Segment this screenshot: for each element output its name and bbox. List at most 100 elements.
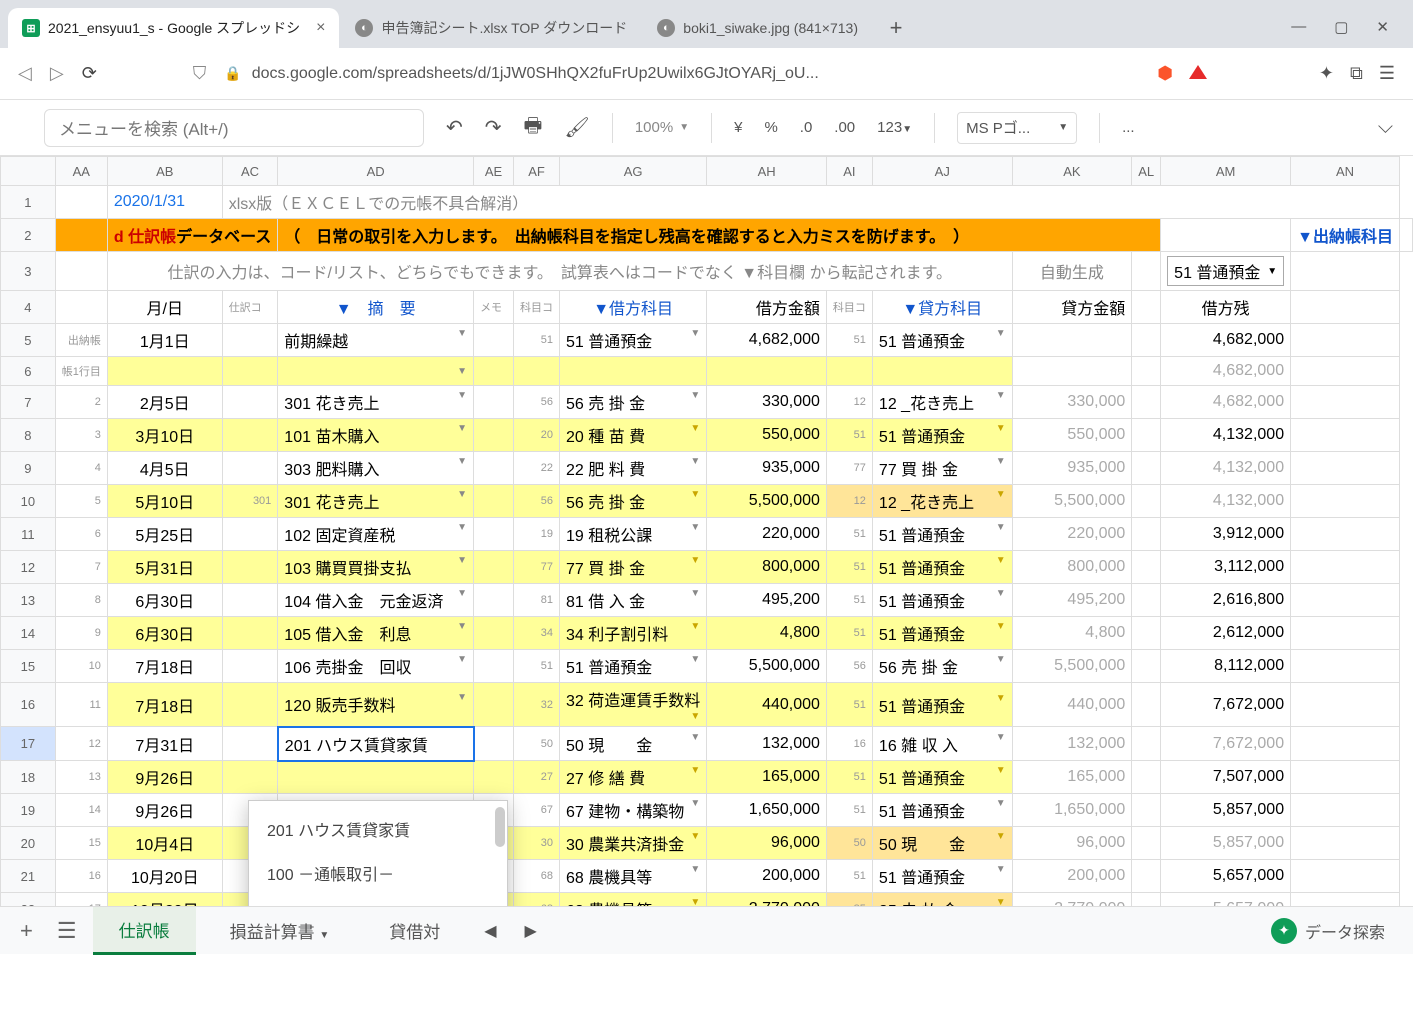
validation-dropdown[interactable]: 201 ハウス賃貸家賃100 －通帳取引－101 苗木購入102 固定資産税10… <box>248 800 508 906</box>
table-row: 6 帳1行目 ▼ 4,682,000 <box>1 357 1413 386</box>
row-header[interactable]: 19 <box>1 794 56 827</box>
column-header[interactable]: AK <box>1012 157 1132 186</box>
bookmark-icon[interactable]: ⛉ <box>193 63 207 84</box>
paint-format-button[interactable]: 🖌 <box>564 115 589 140</box>
row-header[interactable]: 15 <box>1 650 56 683</box>
pip-icon[interactable]: ⧉ <box>1350 63 1363 84</box>
globe-icon: ◐ <box>355 19 373 37</box>
tab-title: 2021_ensyuu1_s - Google スプレッドシ <box>48 18 300 38</box>
brave-icon[interactable]: ⬢ <box>1157 63 1173 84</box>
row-header[interactable]: 12 <box>1 551 56 584</box>
table-row: 18 13 9月26日 27 27 修 繕 費▼ 165,000 51 51 普… <box>1 761 1413 794</box>
chevron-down-icon: ▼ <box>1058 122 1068 133</box>
column-header[interactable]: AG <box>560 157 707 186</box>
explore-button[interactable]: ✦ データ探索 <box>1271 918 1401 944</box>
scroll-left-button[interactable]: ◀ <box>474 921 506 941</box>
more-button[interactable]: ... <box>1122 119 1135 136</box>
sheet-tab-active[interactable]: 仕訳帳 <box>93 907 196 955</box>
url-box[interactable]: 🔒 docs.google.com/spreadsheets/d/1jJW0SH… <box>224 65 1139 83</box>
sheet-tab[interactable]: 貸借対 <box>363 908 466 953</box>
globe-icon: ◐ <box>657 19 675 37</box>
lock-icon: 🔒 <box>224 65 241 82</box>
browser-titlebar: ⊞ 2021_ensyuu1_s - Google スプレッドシ × ◐ 申告簿… <box>0 0 1413 48</box>
increase-decimal-button[interactable]: .00 <box>834 119 855 136</box>
menu-search[interactable]: メニューを検索 (Alt+/) <box>44 109 424 147</box>
row-header[interactable]: 9 <box>1 452 56 485</box>
dropdown-item[interactable]: 100 －通帳取引－ <box>249 851 507 895</box>
row-header[interactable]: 7 <box>1 386 56 419</box>
percent-button[interactable]: % <box>764 119 777 136</box>
row-header[interactable]: 20 <box>1 827 56 860</box>
print-button[interactable]: 🖶 <box>524 111 543 145</box>
currency-button[interactable]: ¥ <box>734 119 742 136</box>
column-header[interactable]: AI <box>826 157 872 186</box>
redo-button[interactable]: ↷ <box>485 115 502 140</box>
row-header[interactable]: 5 <box>1 324 56 357</box>
zoom-select[interactable]: 100% ▼ <box>635 119 689 136</box>
browser-tab[interactable]: ◐ 申告簿記シート.xlsx TOP ダウンロード <box>341 8 641 48</box>
window-controls: — ▢ ✕ <box>1291 18 1405 48</box>
account-select[interactable]: 51 普通預金 ▼ <box>1167 256 1284 286</box>
close-icon[interactable]: × <box>316 19 325 37</box>
row-header[interactable]: 8 <box>1 419 56 452</box>
column-header[interactable]: AF <box>514 157 560 186</box>
extensions-icon[interactable]: ✦ <box>1319 63 1334 84</box>
active-cell[interactable]: 201 ハウス賃貸家賃 <box>278 727 474 761</box>
column-header[interactable]: AJ <box>872 157 1012 186</box>
tab-title: boki1_siwake.jpg (841×713) <box>683 20 858 36</box>
row-header[interactable]: 13 <box>1 584 56 617</box>
row-header[interactable]: 16 <box>1 683 56 727</box>
row-header[interactable]: 14 <box>1 617 56 650</box>
scroll-right-button[interactable]: ▶ <box>515 921 547 941</box>
column-header[interactable]: AL <box>1132 157 1161 186</box>
row-header[interactable]: 17 <box>1 727 56 761</box>
new-tab-button[interactable]: + <box>880 12 912 44</box>
triangle-icon[interactable] <box>1189 63 1207 84</box>
add-sheet-button[interactable]: + <box>12 918 41 944</box>
row-header[interactable]: 6 <box>1 357 56 386</box>
column-header[interactable]: AB <box>107 157 222 186</box>
column-header[interactable]: AM <box>1161 157 1291 186</box>
maximize-button[interactable]: ▢ <box>1334 18 1348 36</box>
scrollbar[interactable] <box>495 807 505 847</box>
menu-icon[interactable]: ☰ <box>1379 63 1395 84</box>
number-format-button[interactable]: 123▼ <box>877 119 912 136</box>
column-header[interactable] <box>1 157 56 186</box>
reload-button[interactable]: ⟳ <box>82 63 97 84</box>
explore-icon: ✦ <box>1271 918 1297 944</box>
row-header[interactable]: 11 <box>1 518 56 551</box>
dropdown-item[interactable]: 201 ハウス賃貸家賃 <box>249 807 507 851</box>
table-row: 5 出納帳 1月1日 前期繰越▼ 51 51 普通預金▼ 4,682,000 5… <box>1 324 1413 357</box>
decrease-decimal-button[interactable]: .0 <box>800 119 813 136</box>
table-row: 20 15 10月4日 30 30 農業共済掛金▼ 96,000 50 50 現… <box>1 827 1413 860</box>
table-row: 7 2 2月5日 301 花き売上▼ 56 56 売 掛 金▼ 330,000 … <box>1 386 1413 419</box>
close-button[interactable]: ✕ <box>1376 18 1389 36</box>
column-header[interactable]: AC <box>222 157 278 186</box>
browser-tab[interactable]: ◐ boki1_siwake.jpg (841×713) <box>643 8 872 48</box>
row-header[interactable]: 22 <box>1 893 56 907</box>
forward-button[interactable]: ▷ <box>50 63 64 84</box>
browser-tab-active[interactable]: ⊞ 2021_ensyuu1_s - Google スプレッドシ × <box>8 8 339 48</box>
column-header[interactable]: AE <box>474 157 514 186</box>
column-header[interactable]: AA <box>55 157 107 186</box>
all-sheets-button[interactable]: ☰ <box>49 918 85 944</box>
address-bar: ◁ ▷ ⟳ ⛉ 🔒 docs.google.com/spreadsheets/d… <box>0 48 1413 100</box>
row-header[interactable]: 10 <box>1 485 56 518</box>
back-button[interactable]: ◁ <box>18 63 32 84</box>
row-header[interactable]: 1 <box>1 186 56 219</box>
sheet-tab[interactable]: 損益計算書 ▼ <box>204 908 356 953</box>
collapse-toolbar-button[interactable]: ⌵ <box>1378 116 1393 139</box>
undo-button[interactable]: ↶ <box>446 115 463 140</box>
dropdown-item[interactable]: 101 苗木購入 <box>249 895 507 906</box>
column-header[interactable]: AH <box>707 157 827 186</box>
row-header[interactable]: 18 <box>1 761 56 794</box>
table-row: 21 16 10月20日 68 68 農機具等▼ 200,000 51 51 普… <box>1 860 1413 893</box>
spreadsheet-grid[interactable]: AAABACADAEAFAGAHAIAJAKALAMAN12020/1/31xl… <box>0 156 1413 906</box>
column-header[interactable]: AD <box>278 157 474 186</box>
table-row: 11 6 5月25日 102 固定資産税▼ 19 19 租税公課▼ 220,00… <box>1 518 1413 551</box>
column-header[interactable]: AN <box>1291 157 1400 186</box>
row-header[interactable]: 21 <box>1 860 56 893</box>
minimize-button[interactable]: — <box>1291 18 1306 36</box>
table-row: 9 4 4月5日 303 肥料購入▼ 22 22 肥 料 費▼ 935,000 … <box>1 452 1413 485</box>
font-select[interactable]: MS Pゴ... ▼ <box>957 112 1077 144</box>
